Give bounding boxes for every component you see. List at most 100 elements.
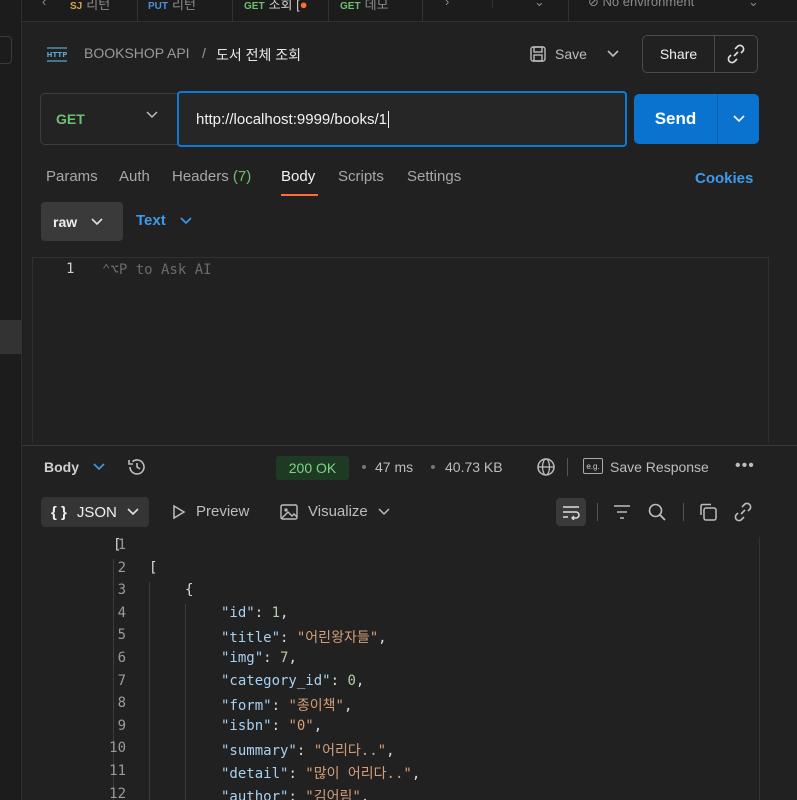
response-pane-divider[interactable] [22,445,797,446]
top-tab[interactable]: SJ 리턴 [70,0,110,13]
tab-scripts[interactable]: Scripts [338,168,384,185]
copy-icon[interactable] [698,502,718,522]
json-comma: , [411,766,421,782]
json-value: "종이책" [288,698,344,715]
image-icon [280,503,298,520]
code-line-text: "img": 7, [221,650,297,666]
top-tab-active[interactable]: GET 조회 [● [244,0,308,13]
tabs-scroll-left-icon[interactable]: ‹ [42,0,46,9]
response-size[interactable]: 40.73 KB [445,459,503,475]
method-chevron-icon [146,111,158,119]
json-value: "많이 어리다.." [305,766,412,782]
environment-chevron-icon[interactable]: ⌄ [748,0,759,10]
chevron-down-icon[interactable] [378,507,390,516]
tab-headers[interactable]: Headers (7) [172,168,251,185]
save-label: Save [555,46,587,62]
code-line-text: { [185,582,194,599]
chevron-down-icon [180,216,192,225]
code-line-number: 5 [117,627,126,644]
json-colon: : [288,766,306,782]
json-key: "id" [221,604,255,621]
code-line-text: "isbn": "0", [221,718,322,734]
code-line-number: 10 [109,740,126,757]
json-value: 1 [271,604,281,621]
tab-settings[interactable]: Settings [407,168,461,185]
response-time[interactable]: 47 ms [375,459,413,475]
json-value: 0 [347,672,356,689]
history-icon[interactable] [126,456,148,478]
tabs-scroll-right-icon[interactable]: › [445,0,449,9]
tab-divider [232,0,233,22]
status-badge[interactable]: 200 OK [276,456,349,480]
example-icon: e.g. [583,458,603,474]
response-format-select[interactable]: { } JSON [41,497,149,527]
json-value: "0" [288,717,314,734]
preview-button[interactable]: Preview [172,503,249,520]
code-line-number: 3 [117,582,126,599]
code-line: 8 "form": "종이책", [40,695,760,718]
code-line-number: 4 [117,604,126,621]
tab-auth[interactable]: Auth [119,168,150,185]
filter-icon[interactable] [612,502,632,522]
breadcrumb-collection[interactable]: BOOKSHOP API [84,45,190,61]
method-label: GET [56,111,85,127]
send-options-button[interactable] [718,94,759,144]
code-line-text: "id": 1, [221,605,288,621]
breadcrumb-request-name[interactable]: 도서 전체 조회 [216,45,301,65]
chevron-down-icon [91,217,103,226]
sidebar-selected-item[interactable] [0,320,22,354]
code-line: 4 "id": 1, [40,605,760,628]
more-options-icon[interactable]: ••• [735,457,755,475]
copy-link-button[interactable] [715,36,757,72]
text-caret [387,110,389,128]
json-comma: , [355,672,365,689]
body-mode-label: raw [53,213,78,230]
environment-selector[interactable]: ⊘ No environment [588,0,694,10]
method-select[interactable]: GET [40,93,178,145]
save-options-chevron-icon[interactable] [607,50,619,58]
response-body-viewer[interactable]: 1[2[3{4 "id": 1, 5 "title": "어린왕자들", 6 "img":… [40,537,760,800]
visualize-label: Visualize [308,503,368,520]
link-icon [726,44,746,64]
json-key: "form" [221,698,272,715]
share-button[interactable]: Share [643,36,715,72]
wrap-icon [561,504,581,520]
code-line: 5 "title": "어린왕자들", [40,627,760,650]
visualize-button[interactable]: Visualize [280,503,390,520]
json-colon: : [330,672,348,689]
cookies-link[interactable]: Cookies [695,170,753,187]
top-tab[interactable]: PUT 리턴 [148,0,196,13]
body-type-select[interactable]: Text [136,212,192,229]
share-group: Share [642,35,758,73]
sidebar-fragment [0,36,12,64]
json-value: "김어림" [305,788,361,800]
tab-body[interactable]: Body [281,168,315,185]
response-section-select[interactable]: Body [44,459,105,475]
search-icon[interactable] [647,502,667,522]
code-line: 9 "isbn": "0", [40,718,760,741]
json-colon: : [271,698,289,715]
link-icon[interactable] [733,502,753,522]
globe-icon[interactable] [536,457,556,477]
code-line: 2[ [40,560,760,583]
response-format-label: JSON [76,503,117,521]
tab-params[interactable]: Params [46,168,98,185]
body-mode-select[interactable]: raw [41,202,123,241]
code-line-text: [ [149,559,158,576]
json-colon: : [271,717,289,734]
wrap-lines-button[interactable] [556,498,586,526]
code-line-number: 9 [117,717,126,734]
code-line-text: "summary": "어리다..", [221,740,395,760]
top-tab[interactable]: GET 데모 [340,0,388,13]
send-button[interactable]: Send [634,94,718,144]
url-input[interactable]: http://localhost:9999/books/1 [177,91,627,147]
tab-divider [492,0,493,8]
body-editor[interactable] [32,257,769,443]
separator-dot [362,465,366,469]
save-button[interactable]: Save [525,36,629,72]
json-colon: : [288,788,306,800]
http-icon: HTTP [44,42,70,64]
json-key: "category_id" [221,672,331,689]
save-response-button[interactable]: Save Response [610,459,709,475]
tabs-overflow-chevron-icon[interactable]: ⌄ [534,0,545,10]
